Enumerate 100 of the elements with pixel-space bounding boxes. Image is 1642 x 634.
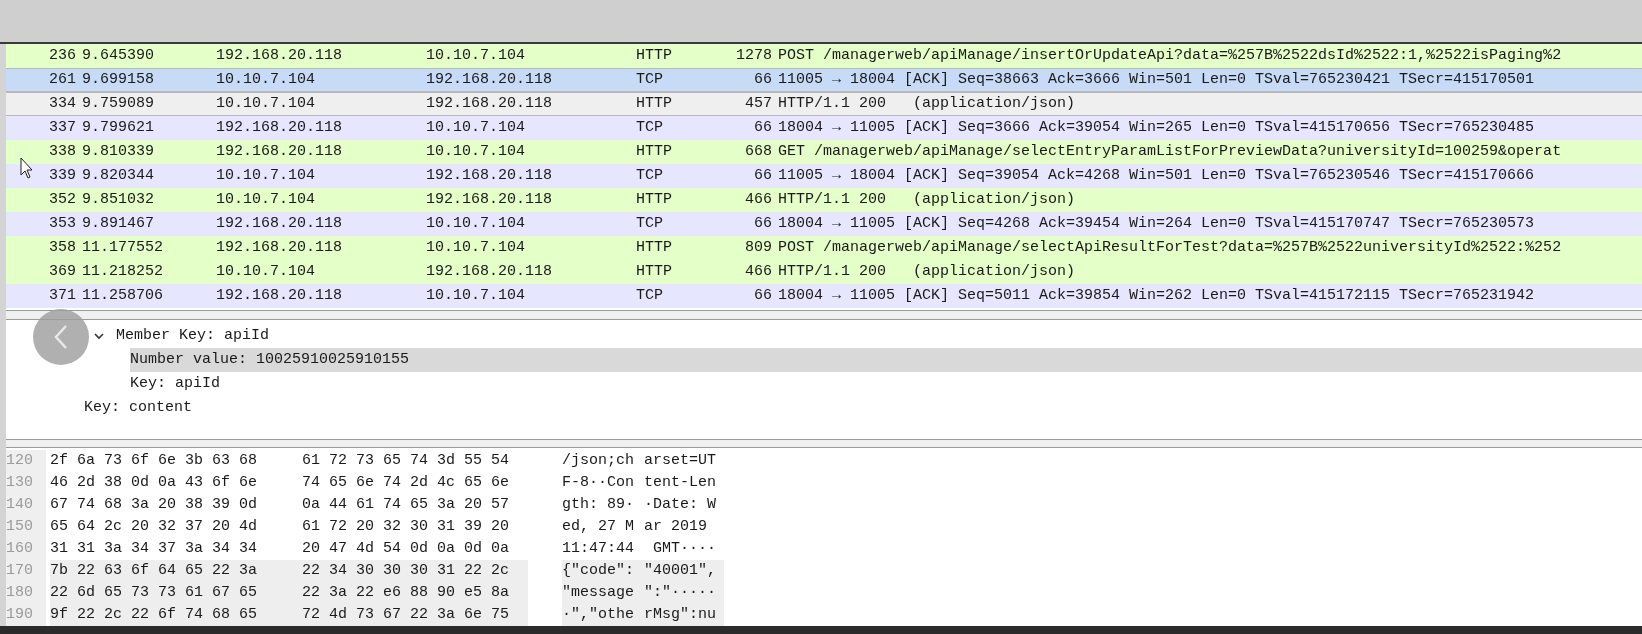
table-cell-text: TCP: [636, 117, 663, 138]
table-cell-text: 10.10.7.104: [216, 261, 316, 282]
table-cell-text: TCP: [636, 213, 663, 234]
table-cell-text: 10.10.7.104: [426, 213, 526, 234]
table-cell-text: HTTP/1.1 200 (application/json): [778, 189, 1076, 210]
offset-cell: 120: [6, 450, 46, 472]
table-cell-text: HTTP: [636, 261, 672, 282]
ascii-bytes: {"code": "40001",: [562, 560, 724, 582]
table-cell-text: 11.258706: [82, 285, 163, 306]
hex-bytes: 31 31 3a 34 37 3a 34 34 20 47 4d 54 0d 0a 0d 0a: [50, 538, 511, 559]
ascii-bytes: /json;ch arset=UT: [562, 450, 717, 471]
mouse-cursor-icon: [20, 157, 34, 179]
table-cell-text: 11005 → 18004 [ACK] Seq=39054 Ack=4268 Win=501 Len=0 TSval=765230546 TSecr=415170666: [778, 165, 1535, 186]
ascii-bytes: ed, 27 M ar 2019: [562, 516, 708, 537]
packet-row[interactable]: 369 11.218252 10.10.7.104 192.168.20.118 HTTP 466 HTTP/1.1 200 (application/json): [6, 260, 1642, 284]
packet-row[interactable]: 261 9.699158 10.10.7.104 192.168.20.118 TCP 66 11005 → 18004 [ACK] Seq=38663 Ack=3666 Win=501 Len=0 TSval=765230421 TSecr=415170501: [6, 68, 1642, 92]
table-cell-text: 457: [745, 93, 772, 114]
table-cell-text: 192.168.20.118: [216, 213, 343, 234]
tree-item[interactable]: Number value: 10025910025910155: [130, 348, 1642, 372]
table-cell-text: 371: [49, 285, 76, 306]
table-cell-text: 11.177552: [82, 237, 163, 258]
table-cell-text: 10.10.7.104: [426, 45, 526, 66]
hex-bytes: 67 74 68 3a 20 38 39 0d 0a 44 61 74 65 3a 20 57: [50, 494, 511, 515]
table-cell-text: 9.645390: [82, 45, 154, 66]
table-cell-text: 9.699158: [82, 69, 154, 90]
table-cell-text: POST /managerweb/apiManage/insertOrUpdateApi?data=%257B%2522dsId%2522:1,%2522isPaging%2: [778, 45, 1562, 66]
table-cell-text: 10.10.7.104: [426, 117, 526, 138]
table-cell-text: 668: [745, 141, 772, 162]
table-cell-text: 11005 → 18004 [ACK] Seq=38663 Ack=3666 Win=501 Len=0 TSval=765230421 TSecr=415170501: [778, 69, 1535, 90]
table-cell-text: HTTP: [636, 237, 672, 258]
tree-item[interactable]: Key: content: [84, 396, 193, 420]
table-cell-text: 353: [49, 213, 76, 234]
offset-cell: 150: [6, 516, 46, 538]
packet-row[interactable]: 337 9.799621 192.168.20.118 10.10.7.104 TCP 66 18004 → 11005 [ACK] Seq=3666 Ack=39054 Win=265 Len=0 TSval=415170656 TSecr=765230485: [6, 116, 1642, 140]
table-cell-text: 352: [49, 189, 76, 210]
table-cell-text: 10.10.7.104: [426, 141, 526, 162]
table-cell-text: 9.799621: [82, 117, 154, 138]
table-cell-text: 192.168.20.118: [426, 261, 553, 282]
table-cell-text: 334: [49, 93, 76, 114]
chevron-left-icon: [53, 324, 69, 350]
table-cell-text: 339: [49, 165, 76, 186]
table-cell-text: HTTP: [636, 93, 672, 114]
offset-cell: 190: [6, 604, 46, 626]
table-cell-text: HTTP: [636, 189, 672, 210]
ascii-bytes: 11:47:44 GMT····: [562, 538, 717, 559]
table-cell-text: HTTP/1.1 200 (application/json): [778, 261, 1076, 282]
packet-row[interactable]: 371 11.258706 192.168.20.118 10.10.7.104 TCP 66 18004 → 11005 [ACK] Seq=5011 Ack=39854 Win=262 Len=0 TSval=415172115 TSecr=765231942: [6, 284, 1642, 308]
table-cell-text: 9.891467: [82, 213, 154, 234]
table-cell-text: 236: [49, 45, 76, 66]
table-cell-text: 358: [49, 237, 76, 258]
table-cell-text: 9.820344: [82, 165, 154, 186]
packet-row[interactable]: 358 11.177552 192.168.20.118 10.10.7.104 HTTP 809 POST /managerweb/apiManage/selectApiResultForTest?data=%257B%2522universityId%2522:%252: [6, 236, 1642, 260]
table-cell-text: 10.10.7.104: [426, 237, 526, 258]
pane-splitter[interactable]: [6, 440, 1642, 448]
table-cell-text: 66: [754, 69, 772, 90]
table-cell-text: POST /managerweb/apiManage/selectApiResultForTest?data=%257B%2522universityId%2522:%252: [778, 237, 1562, 258]
table-cell-text: 192.168.20.118: [426, 189, 553, 210]
tree-item[interactable]: Member Key: apiId: [92, 324, 270, 348]
table-cell-text: 192.168.20.118: [216, 237, 343, 258]
packet-row[interactable]: 353 9.891467 192.168.20.118 10.10.7.104 TCP 66 18004 → 11005 [ACK] Seq=4268 Ack=39454 Win=264 Len=0 TSval=415170747 TSecr=765230573: [6, 212, 1642, 236]
table-cell-text: 192.168.20.118: [426, 69, 553, 90]
table-cell-text: 192.168.20.118: [216, 45, 343, 66]
table-cell-text: TCP: [636, 285, 663, 306]
hex-bytes: 22 6d 65 73 73 61 67 65 22 3a 22 e6 88 90 e5 8a: [50, 582, 528, 604]
table-cell-text: 9.759089: [82, 93, 154, 114]
hex-bytes: 46 2d 38 0d 0a 43 6f 6e 74 65 6e 74 2d 4c 65 6e: [50, 472, 511, 493]
ascii-bytes: gth: 89· ·Date: W: [562, 494, 717, 515]
table-cell-text: 10.10.7.104: [216, 189, 316, 210]
pane-splitter[interactable]: [6, 310, 1642, 320]
offset-cell: 140: [6, 494, 46, 516]
packet-row[interactable]: 352 9.851032 10.10.7.104 192.168.20.118 HTTP 466 HTTP/1.1 200 (application/json): [6, 188, 1642, 212]
table-cell-text: 338: [49, 141, 76, 162]
table-cell-text: 192.168.20.118: [216, 141, 343, 162]
table-cell-text: 466: [745, 189, 772, 210]
packet-row[interactable]: 236 9.645390 192.168.20.118 10.10.7.104 HTTP 1278 POST /managerweb/apiManage/insertOrUpdateApi?data=%257B%2522dsId%2522:1,%2522isPaging%2: [6, 44, 1642, 68]
ascii-bytes: "message ":"·····: [562, 582, 724, 604]
table-cell-text: 369: [49, 261, 76, 282]
table-cell-text: 192.168.20.118: [426, 93, 553, 114]
tree-item[interactable]: Key: apiId: [130, 372, 220, 396]
ascii-bytes: ·","othe rMsg":nu: [562, 604, 724, 626]
table-cell-text: 66: [754, 213, 772, 234]
table-cell-text: 192.168.20.118: [216, 285, 343, 306]
table-cell-text: TCP: [636, 69, 663, 90]
table-cell-text: HTTP: [636, 45, 672, 66]
table-cell-text: GET /managerweb/apiManage/selectEntryParamListForPreviewData?universityId=100259&operat: [778, 141, 1562, 162]
table-cell-text: 18004 → 11005 [ACK] Seq=4268 Ack=39454 Win=264 Len=0 TSval=415170747 TSecr=765230573: [778, 213, 1535, 234]
table-cell-text: 1278: [736, 45, 772, 66]
table-cell-text: 10.10.7.104: [216, 69, 316, 90]
ascii-bytes: F-8··Con tent-Len: [562, 472, 717, 493]
table-cell-text: 66: [754, 165, 772, 186]
table-cell-text: HTTP: [636, 141, 672, 162]
table-cell-text: 66: [754, 285, 772, 306]
table-cell-text: 9.851032: [82, 189, 154, 210]
table-cell-text: 9.810339: [82, 141, 154, 162]
table-cell-text: TCP: [636, 165, 663, 186]
hex-bytes: 9f 22 2c 22 6f 74 68 65 72 4d 73 67 22 3a 6e 75: [50, 604, 528, 626]
packet-row[interactable]: 338 9.810339 192.168.20.118 10.10.7.104 HTTP 668 GET /managerweb/apiManage/selectEntryParamListForPreviewData?universityId=100259&operat: [6, 140, 1642, 164]
table-cell-text: 10.10.7.104: [426, 285, 526, 306]
packet-row[interactable]: 334 9.759089 10.10.7.104 192.168.20.118 HTTP 457 HTTP/1.1 200 (application/json): [6, 92, 1642, 116]
packet-row[interactable]: 339 9.820344 10.10.7.104 192.168.20.118 TCP 66 11005 → 18004 [ACK] Seq=39054 Ack=4268 Win=501 Len=0 TSval=765230546 TSecr=415170666: [6, 164, 1642, 188]
